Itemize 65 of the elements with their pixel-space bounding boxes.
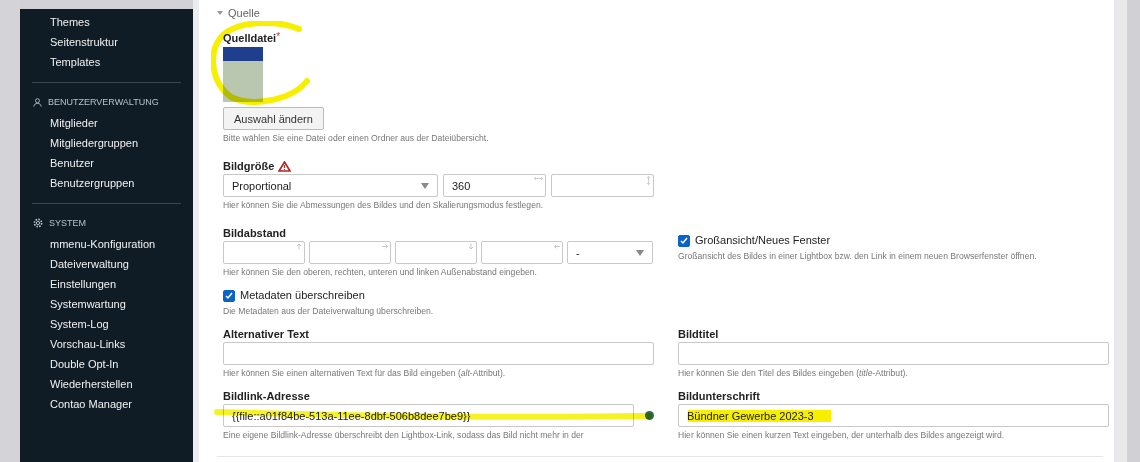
width-field[interactable]: 360: [443, 174, 546, 197]
field-label: Alternativer Text: [223, 327, 310, 342]
field-hint: Großansicht des Bildes in einer Lightbox bzw. den Link in einem neuen Browserfenster öffnen.: [678, 250, 1038, 263]
required-mark: *: [276, 31, 281, 42]
checkbox-label: Metadaten überschreiben: [240, 288, 365, 303]
sidebar-item[interactable]: Vorschau-Links: [20, 334, 193, 354]
height-field[interactable]: [551, 174, 654, 197]
sidebar-item[interactable]: Templates: [20, 52, 193, 72]
sidebar-item[interactable]: Wiederherstellen: [20, 374, 193, 394]
photo-placeholder: [223, 47, 263, 102]
caret-icon: [217, 10, 223, 16]
margin-field[interactable]: [395, 241, 477, 264]
field-hint: Hier können Sie die Abmessungen des Bildes und den Skalierungsmodus festlegen.: [223, 199, 545, 212]
sidebar-item[interactable]: Themes: [20, 12, 193, 32]
sidebar-item[interactable]: Seitenstruktur: [20, 32, 193, 52]
user-icon: [33, 97, 42, 107]
field-hint: Hier können Sie den oberen, rechten, unteren und linken Außenabstand eingeben.: [223, 266, 538, 279]
change-selection-button[interactable]: Auswahl ändern: [223, 107, 324, 130]
field-label: Bildgröße: [223, 159, 275, 174]
gear-icon: [33, 218, 43, 228]
sidebar-item[interactable]: Benutzergruppen: [20, 173, 193, 193]
margin-field[interactable]: [223, 241, 305, 264]
field-label: Bildtitel: [678, 327, 720, 342]
margin-field[interactable]: [481, 241, 563, 264]
text-field[interactable]: Bündner Gewerbe 2023-3: [678, 404, 1109, 427]
horizontal-arrows-icon: [534, 176, 543, 181]
arrow-icon: [468, 243, 474, 250]
mode-select[interactable]: Proportional: [223, 174, 438, 197]
checkbox-label: Großansicht/Neues Fenster: [695, 233, 831, 248]
arrow-icon: [554, 243, 560, 250]
sidebar-item[interactable]: Benutzer: [20, 153, 193, 173]
unit-select[interactable]: -: [567, 241, 653, 264]
caret-icon: [636, 249, 644, 256]
sidebar-item[interactable]: System-Log: [20, 314, 193, 334]
section-legend[interactable]: Quelle: [217, 4, 1103, 22]
checkbox[interactable]: [223, 289, 235, 302]
arrow-icon: [382, 243, 388, 250]
sidebar-group-heading: SYSTEM: [49, 217, 86, 230]
sidebar-item[interactable]: mmenu-Konfiguration: [20, 234, 193, 254]
field-hint: Bitte wählen Sie eine Datei oder einen Ordner aus der Dateiübersicht.: [223, 132, 490, 145]
picker-dot-icon[interactable]: [645, 411, 654, 420]
field-label: Bildlink-Adresse: [223, 389, 311, 404]
vertical-arrows-icon: [646, 176, 651, 185]
field-hint: Hier können Sie einen kurzen Text eingeben, der unterhalb des Bildes angezeigt wird.: [678, 429, 1006, 442]
sidebar-item[interactable]: Systemwartung: [20, 294, 193, 314]
sidebar-item[interactable]: Mitglieder: [20, 113, 193, 133]
text-field[interactable]: [223, 342, 654, 365]
caret-icon: [421, 182, 429, 189]
sidebar-item[interactable]: Einstellungen: [20, 274, 193, 294]
field-hint: Die Metadaten aus der Dateiverwaltung überschreiben.: [223, 305, 435, 318]
sidebar-item[interactable]: Mitgliedergruppen: [20, 133, 193, 153]
field-hint: Hier können Sie den Titel des Bildes eingeben (title-Attribut).: [678, 367, 909, 380]
text-field[interactable]: [678, 342, 1109, 365]
sidebar-item[interactable]: Dateiverwaltung: [20, 254, 193, 274]
field-label: Quelldatei: [223, 31, 277, 46]
field-label: Bildabstand: [223, 226, 287, 241]
margin-field[interactable]: [309, 241, 391, 264]
sidebar-group-heading: BENUTZERVERWALTUNG: [48, 96, 159, 109]
checkbox[interactable]: [678, 234, 690, 247]
field-hint: Eine eigene Bildlink-Adresse überschreibt den Lightbox-Link, sodass das Bild nicht mehr in der: [223, 429, 585, 442]
arrow-icon: [296, 243, 302, 250]
field-label: Bildunterschrift: [678, 389, 761, 404]
sidebar-item[interactable]: Double Opt-In: [20, 354, 193, 374]
field-hint: Hier können Sie einen alternativen Text für das Bild eingeben (alt-Attribut).: [223, 367, 507, 380]
sidebar-item[interactable]: Contao Manager: [20, 394, 193, 414]
